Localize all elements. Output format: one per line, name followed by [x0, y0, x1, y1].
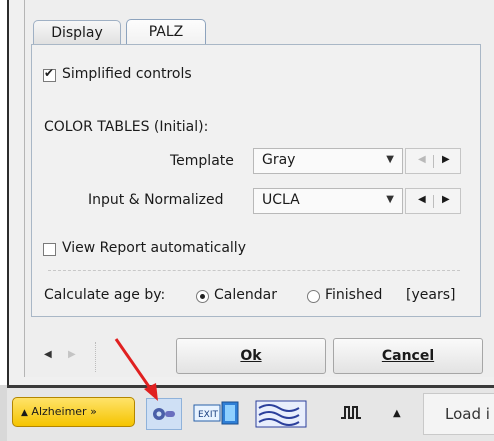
tab-display-label: Display: [51, 25, 103, 41]
stepper-divider: [433, 155, 434, 168]
cancel-button[interactable]: Cancel: [333, 338, 483, 374]
input-normalized-value: UCLA: [262, 192, 300, 208]
palz-panel: [31, 44, 481, 317]
input-normalized-label: Input & Normalized: [88, 192, 224, 208]
view-report-checkbox[interactable]: [43, 243, 56, 256]
simplified-controls-label: Simplified controls: [62, 66, 192, 82]
age-label: Calculate age by:: [44, 287, 166, 303]
nav-divider: [95, 342, 96, 372]
chevron-down-icon: ▼: [386, 154, 394, 165]
red-arrow-annotation: [114, 338, 158, 401]
stepper-divider: [433, 195, 434, 208]
next-page-icon[interactable]: ▶: [68, 349, 76, 360]
next-icon[interactable]: ▶: [442, 154, 450, 165]
tab-palz-label: PALZ: [148, 24, 184, 40]
exit-icon-label: EXIT: [198, 410, 219, 420]
ok-button-label: Ok: [240, 348, 262, 364]
template-label: Template: [170, 153, 234, 169]
simplified-controls-checkbox[interactable]: [43, 66, 56, 82]
previous-icon[interactable]: ◀: [418, 154, 426, 165]
template-select[interactable]: Gray ▼: [253, 148, 403, 174]
taskbar-top-border: [0, 385, 494, 388]
chevron-down-icon: ▼: [386, 194, 394, 205]
signal-icon[interactable]: [340, 404, 362, 428]
cancel-button-label: Cancel: [381, 348, 435, 364]
load-button[interactable]: Load i: [423, 393, 494, 435]
alzheimer-label: Alzheimer »: [31, 405, 97, 418]
tab-display[interactable]: Display: [33, 20, 121, 44]
calendar-label: Calendar: [214, 287, 277, 303]
previous-icon[interactable]: ◀: [418, 194, 426, 205]
eject-icon: ▲: [21, 408, 28, 418]
load-button-label: Load i: [445, 405, 490, 423]
input-normalized-select[interactable]: UCLA ▼: [253, 188, 403, 214]
pattern-viewer-icon[interactable]: [255, 400, 307, 428]
view-report-label: View Report automatically: [62, 240, 246, 256]
tab-palz[interactable]: PALZ: [126, 19, 206, 45]
years-unit-label: [years]: [406, 287, 456, 303]
separator-line: [48, 270, 460, 271]
taskbar-left-strip: [0, 385, 7, 441]
exit-icon[interactable]: EXIT: [192, 400, 242, 425]
ok-button[interactable]: Ok: [176, 338, 326, 374]
color-tables-heading: COLOR TABLES (Initial):: [44, 119, 209, 135]
finished-label: Finished: [325, 287, 383, 303]
input-normalized-stepper[interactable]: ◀ ▶: [405, 188, 461, 214]
expand-up-icon[interactable]: ▲: [393, 408, 401, 419]
next-icon[interactable]: ▶: [442, 194, 450, 205]
previous-page-icon[interactable]: ◀: [44, 349, 52, 360]
finished-radio[interactable]: [307, 290, 320, 303]
calendar-radio[interactable]: [196, 290, 209, 303]
template-value: Gray: [262, 152, 296, 168]
template-stepper[interactable]: ◀ ▶: [405, 148, 461, 174]
